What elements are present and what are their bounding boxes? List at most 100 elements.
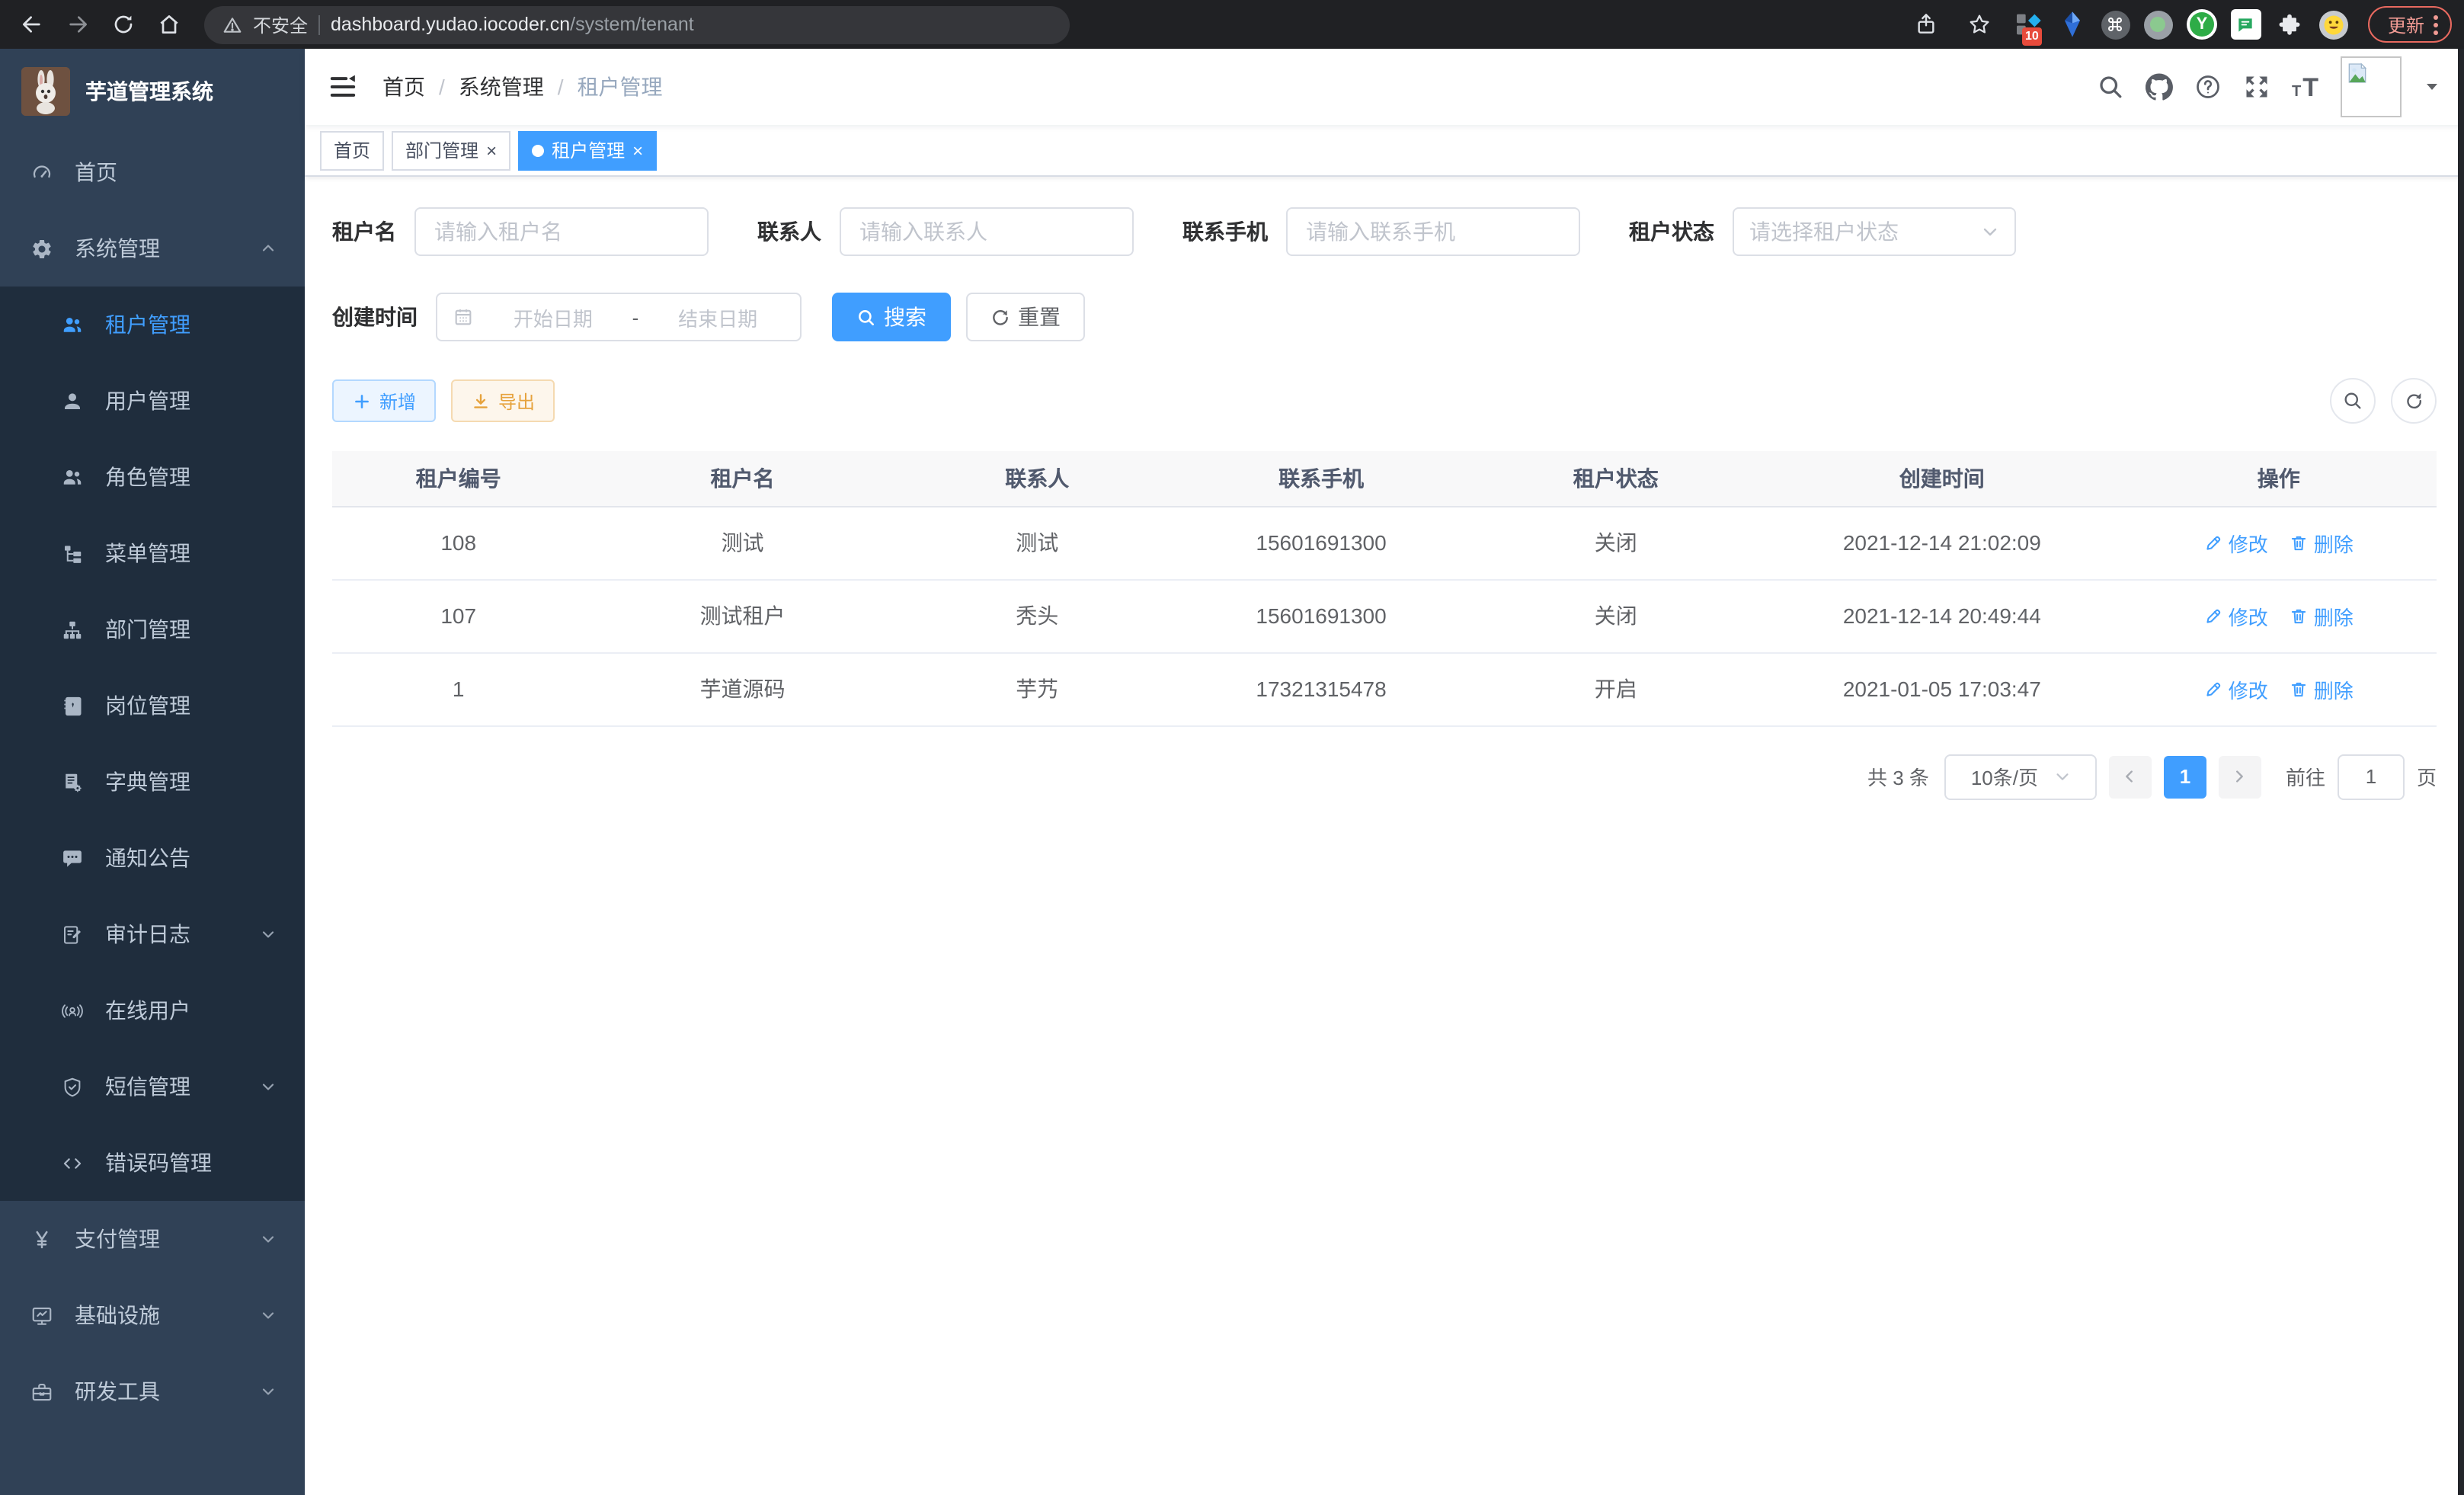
sidebar-item-label: 通知公告 (105, 843, 190, 873)
bookmark-star-icon[interactable] (1960, 5, 1999, 44)
share-icon[interactable] (1906, 5, 1946, 44)
next-page-button[interactable] (2219, 755, 2261, 798)
sidebar-item-post-management[interactable]: 岗位管理 (0, 667, 305, 744)
sidebar-item-system-management[interactable]: 系统管理 (0, 210, 305, 287)
extension-y-icon[interactable]: Y (2187, 9, 2217, 40)
extension-command-icon[interactable] (2101, 10, 2130, 39)
breadcrumb-system[interactable]: 系统管理 (459, 72, 544, 102)
edit-icon (2204, 679, 2224, 699)
tab-部门管理[interactable]: 部门管理× (392, 130, 510, 170)
url-text[interactable]: dashboard.yudao.iocoder.cn/system/tenant (331, 14, 694, 35)
tenant-name-input[interactable] (414, 207, 709, 256)
sidebar-item-audit-log[interactable]: 审计日志 (0, 896, 305, 972)
yen-icon (30, 1228, 53, 1250)
edit-button[interactable]: 修改 (2204, 601, 2268, 630)
sidebar-item-tenant-management[interactable]: 租户管理 (0, 287, 305, 363)
sidebar-item-label: 基础设施 (75, 1300, 160, 1330)
extension-chat-icon[interactable] (2231, 9, 2261, 40)
sidebar-item-online-users[interactable]: 在线用户 (0, 972, 305, 1048)
close-icon[interactable]: × (486, 141, 497, 159)
chevron-left-icon (2122, 768, 2139, 785)
sidebar-item-infrastructure[interactable]: 基础设施 (0, 1277, 305, 1353)
sidebar-item-sms-management[interactable]: 短信管理 (0, 1048, 305, 1125)
sidebar-item-role-management[interactable]: 角色管理 (0, 439, 305, 515)
sidebar-item-dict-management[interactable]: 字典管理 (0, 744, 305, 820)
calendar-icon (453, 306, 474, 328)
sidebar-item-notice[interactable]: 通知公告 (0, 820, 305, 896)
font-size-icon[interactable]: TT (2292, 73, 2319, 101)
sidebar-item-label: 错误码管理 (105, 1148, 212, 1178)
extensions-puzzle-icon[interactable] (2275, 9, 2306, 40)
browser-home-button[interactable] (149, 5, 189, 44)
create-time-range-picker[interactable]: 开始日期 - 结束日期 (436, 293, 802, 341)
delete-button[interactable]: 删除 (2290, 528, 2354, 557)
refresh-table-button[interactable] (2391, 378, 2437, 424)
delete-button[interactable]: 删除 (2290, 674, 2354, 703)
column-header: 操作 (2121, 451, 2437, 506)
browser-update-button[interactable]: 更新 (2368, 6, 2452, 43)
edit-button[interactable]: 修改 (2204, 528, 2268, 557)
plus-icon (352, 391, 372, 411)
address-bar[interactable]: 不安全 dashboard.yudao.iocoder.cn/system/te… (204, 5, 1070, 43)
add-button[interactable]: 新增 (332, 379, 436, 422)
browser-reload-button[interactable] (104, 5, 143, 44)
sidebar-item-menu-management[interactable]: 菜单管理 (0, 515, 305, 591)
app-logo-row[interactable]: 芋道管理系统 (0, 49, 305, 134)
extension-tasks-icon[interactable]: 10 (2013, 9, 2043, 40)
reset-button[interactable]: 重置 (966, 293, 1085, 341)
browser-menu-icon[interactable] (2434, 14, 2438, 34)
sidebar-item-home[interactable]: 首页 (0, 134, 305, 210)
browser-forward-button[interactable] (58, 5, 98, 44)
breadcrumb-home[interactable]: 首页 (382, 72, 425, 102)
avatar-caret-icon[interactable] (2423, 78, 2441, 96)
not-secure-warning-icon[interactable] (222, 14, 242, 34)
navbar: 首页 / 系统管理 / 租户管理 (305, 49, 2464, 125)
sidebar-item-label: 审计日志 (105, 919, 190, 949)
sidebar-item-label: 岗位管理 (105, 690, 190, 721)
header-search-icon[interactable] (2097, 73, 2124, 101)
pill-divider (318, 14, 320, 34)
cell-contact: 测试 (901, 506, 1174, 579)
cell-actions: 修改删除 (2121, 506, 2437, 579)
goto-page-input[interactable] (2338, 754, 2405, 799)
extension-kite-icon[interactable] (2057, 9, 2088, 40)
page-number-1[interactable]: 1 (2164, 755, 2206, 798)
fullscreen-icon[interactable] (2243, 73, 2270, 101)
delete-button[interactable]: 删除 (2290, 601, 2354, 630)
tab-首页[interactable]: 首页 (320, 130, 384, 170)
contact-label: 联系人 (757, 216, 821, 247)
page-content: 租户名 联系人 联系手机 租户状态 请选择租户状态 (305, 177, 2464, 1495)
extension-emoji-icon[interactable] (2319, 10, 2348, 39)
pagination: 共 3 条 10条/页 1 前往 (332, 754, 2437, 799)
sidebar-item-pay-management[interactable]: 支付管理 (0, 1201, 305, 1277)
column-header: 创建时间 (1763, 451, 2121, 506)
status-select[interactable]: 请选择租户状态 (1733, 207, 2016, 256)
avatar[interactable] (2341, 56, 2402, 117)
edit-icon (2204, 606, 2224, 626)
github-icon[interactable] (2146, 73, 2173, 101)
table-row: 107测试租户秃头15601691300关闭2021-12-14 20:49:4… (332, 579, 2437, 652)
mobile-input[interactable] (1286, 207, 1580, 256)
users-icon (61, 466, 84, 488)
search-button[interactable]: 搜索 (832, 293, 951, 341)
table-body: 108测试测试15601691300关闭2021-12-14 21:02:09修… (332, 506, 2437, 725)
sidebar-item-dev-tools[interactable]: 研发工具 (0, 1353, 305, 1429)
export-button[interactable]: 导出 (451, 379, 555, 422)
close-icon[interactable]: × (632, 141, 643, 159)
sidebar-item-user-management[interactable]: 用户管理 (0, 363, 305, 439)
comment-icon (61, 847, 84, 869)
cell-actions: 修改删除 (2121, 579, 2437, 652)
sidebar-item-dept-management[interactable]: 部门管理 (0, 591, 305, 667)
contact-input[interactable] (840, 207, 1134, 256)
browser-back-button[interactable] (12, 5, 52, 44)
prev-page-button[interactable] (2109, 755, 2152, 798)
edit-button[interactable]: 修改 (2204, 674, 2268, 703)
tab-租户管理[interactable]: 租户管理× (518, 130, 657, 170)
help-icon[interactable] (2194, 73, 2222, 101)
page-size-select[interactable]: 10条/页 (1944, 754, 2097, 799)
extension-record-icon[interactable] (2144, 10, 2173, 39)
toggle-search-button[interactable] (2330, 378, 2376, 424)
cell-status: 关闭 (1468, 579, 1763, 652)
sidebar-item-error-code-management[interactable]: 错误码管理 (0, 1125, 305, 1201)
sidebar-toggle-icon[interactable] (328, 72, 358, 102)
